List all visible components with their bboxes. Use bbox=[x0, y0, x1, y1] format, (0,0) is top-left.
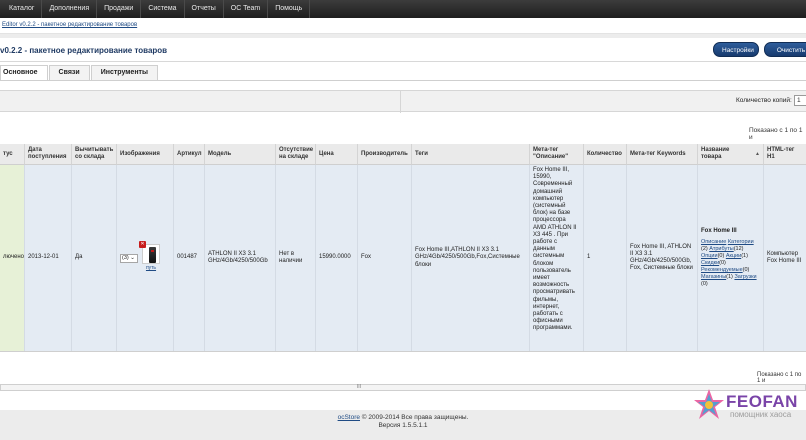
breadcrumb-bar: Editor v0.2.2 - пакетное редактирование … bbox=[0, 18, 806, 34]
nav-item-reports[interactable]: Отчеты bbox=[185, 0, 224, 18]
nav-item-system[interactable]: Система bbox=[141, 0, 185, 18]
pagination-info-top: Показано с 1 по 1 и bbox=[749, 127, 803, 141]
pc-tower-icon bbox=[149, 246, 156, 263]
product-thumbnail[interactable]: ✕ путь bbox=[139, 240, 160, 272]
images-count: (3) bbox=[122, 254, 129, 261]
link-options[interactable]: Опции bbox=[701, 253, 718, 259]
link-stores[interactable]: Магазины bbox=[701, 274, 726, 280]
title-divider bbox=[0, 61, 806, 62]
footer-copyright: © 2009-2014 Все права защищены. bbox=[360, 414, 469, 421]
image-path-link[interactable]: путь bbox=[146, 265, 156, 272]
footer-copyright-line: ocStore © 2009-2014 Все права защищены. bbox=[0, 414, 806, 422]
cell-images: (3) ⌄ ✕ путь bbox=[117, 165, 174, 351]
products-grid: тус Дата поступления Вычитывать со склад… bbox=[0, 144, 806, 389]
cell-sku[interactable]: 001487 bbox=[174, 165, 205, 351]
main-panel: v0.2.2 - пакетное редактирование товаров… bbox=[0, 38, 806, 419]
breadcrumb[interactable]: Editor v0.2.2 - пакетное редактирование … bbox=[2, 22, 137, 28]
count-downloads: (0) bbox=[701, 281, 708, 288]
cell-quantity[interactable]: 1 bbox=[584, 165, 627, 351]
tabs-underline bbox=[0, 80, 806, 81]
col-header-meta-keywords[interactable]: Мета-тег Keywords bbox=[627, 144, 698, 165]
col-header-subtract[interactable]: Вычитывать со склада bbox=[72, 144, 117, 165]
nav-item-extensions[interactable]: Дополнения bbox=[42, 0, 98, 18]
grid-bottom-border bbox=[0, 351, 806, 352]
page-title: v0.2.2 - пакетное редактирование товаров bbox=[0, 46, 168, 55]
top-navigation: Каталог Дополнения Продажи Система Отчет… bbox=[0, 0, 806, 18]
col-header-model[interactable]: Модель bbox=[205, 144, 276, 165]
grid-toolbar: Количество копий: 1 bbox=[0, 90, 806, 113]
col-header-stock-status[interactable]: Отсутствие на складе bbox=[276, 144, 316, 165]
col-header-name-label: Название товара bbox=[701, 147, 730, 160]
tab-general[interactable]: Основное bbox=[0, 65, 48, 80]
tab-tools[interactable]: Инструменты bbox=[90, 65, 158, 80]
delete-image-icon[interactable]: ✕ bbox=[139, 240, 146, 248]
col-header-images[interactable]: Изображения bbox=[117, 144, 174, 165]
copies-label: Количество копий: bbox=[736, 97, 792, 104]
col-header-tags[interactable]: Теги bbox=[412, 144, 530, 165]
images-count-select[interactable]: (3) ⌄ bbox=[120, 253, 138, 263]
link-attributes[interactable]: Атрибуты bbox=[709, 246, 733, 252]
count-related: (0) bbox=[742, 267, 750, 274]
count-attributes: (12) bbox=[733, 246, 744, 253]
col-header-date[interactable]: Дата поступления bbox=[25, 144, 72, 165]
link-related[interactable]: Рекомендуемые bbox=[701, 267, 743, 273]
cell-model[interactable]: ATHLON II X3 3.1 GHz/4Gb/4250/500Gb bbox=[205, 165, 276, 351]
col-header-sku[interactable]: Артикул bbox=[174, 144, 205, 165]
link-categories[interactable]: Категории bbox=[728, 239, 754, 245]
col-header-status[interactable]: тус bbox=[0, 144, 25, 165]
cell-status[interactable]: лючено bbox=[0, 165, 25, 351]
settings-button[interactable]: Настройки bbox=[713, 42, 759, 57]
col-header-name[interactable]: Название товара ▲ bbox=[698, 144, 764, 165]
nav-item-oc-team[interactable]: OC Team bbox=[224, 0, 269, 18]
product-image: ✕ bbox=[139, 240, 160, 264]
scrollbar-grip-icon[interactable]: III bbox=[355, 385, 363, 390]
count-discounts: (0) bbox=[719, 260, 726, 267]
count-specials: (1) bbox=[741, 253, 748, 260]
product-name[interactable]: Fox Home III bbox=[701, 228, 737, 235]
col-header-quantity[interactable]: Количество bbox=[584, 144, 627, 165]
cell-date[interactable]: 2013-12-01 bbox=[25, 165, 72, 351]
tab-bar: Основное Связи Инструменты bbox=[0, 65, 159, 80]
pagination-info-bottom: Показано с 1 по 1 и bbox=[757, 372, 802, 384]
nav-item-catalog[interactable]: Каталог bbox=[2, 0, 43, 18]
cell-h1[interactable]: Компьютер Fox Home III bbox=[764, 165, 806, 351]
count-stores: (1) bbox=[726, 274, 733, 281]
col-header-h1[interactable]: HTML-тег H1 bbox=[764, 144, 806, 165]
count-categories: (2) bbox=[701, 246, 708, 253]
watermark-text: FEOFAN bbox=[726, 392, 798, 411]
chevron-down-icon: ⌄ bbox=[130, 254, 135, 261]
nav-item-sales[interactable]: Продажи bbox=[97, 0, 142, 18]
col-header-meta-description[interactable]: Мета-тег "Описание" bbox=[530, 144, 584, 165]
count-options: (0) bbox=[717, 253, 725, 260]
tab-links[interactable]: Связи bbox=[48, 65, 90, 80]
cell-subtract[interactable]: Да bbox=[72, 165, 117, 351]
cell-meta-description[interactable]: Fox Home III, 15990, Современный домашни… bbox=[530, 165, 584, 351]
cell-tags[interactable]: Fox Home III,ATHLON II X3 3.1 GHz/4Gb/42… bbox=[412, 165, 530, 351]
copies-input[interactable]: 1 bbox=[794, 95, 806, 106]
footer: ocStore © 2009-2014 Все права защищены. … bbox=[0, 414, 806, 430]
horizontal-scrollbar[interactable]: III bbox=[0, 384, 806, 391]
col-header-manufacturer[interactable]: Производитель bbox=[358, 144, 412, 165]
link-description[interactable]: Описание bbox=[701, 239, 726, 245]
toolbar-divider bbox=[400, 91, 401, 113]
product-links: Описание Категории (2) Атрибуты(12) Опци… bbox=[701, 239, 760, 288]
link-downloads[interactable]: Загрузки bbox=[734, 274, 756, 280]
link-discounts[interactable]: Скидки bbox=[701, 260, 719, 266]
cell-manufacturer[interactable]: Fox bbox=[358, 165, 412, 351]
cell-name: Fox Home III Описание Категории (2) Атри… bbox=[698, 165, 764, 351]
link-specials[interactable]: Акции bbox=[726, 253, 741, 259]
nav-item-help[interactable]: Помощь bbox=[268, 0, 311, 18]
cell-price[interactable]: 15990.0000 bbox=[316, 165, 358, 351]
cell-meta-keywords[interactable]: Fox Home III, ATHLON II X3 3.1 GHz/4Gb/4… bbox=[627, 165, 698, 351]
clear-cache-button[interactable]: Очистить кэш bbox=[764, 42, 806, 69]
col-header-price[interactable]: Цена bbox=[316, 144, 358, 165]
footer-version: Версия 1.5.5.1.1 bbox=[378, 422, 428, 429]
sort-asc-icon: ▲ bbox=[755, 150, 760, 157]
footer-ocstore-link[interactable]: ocStore bbox=[338, 414, 360, 421]
cell-stock-status[interactable]: Нет в наличии bbox=[276, 165, 316, 351]
